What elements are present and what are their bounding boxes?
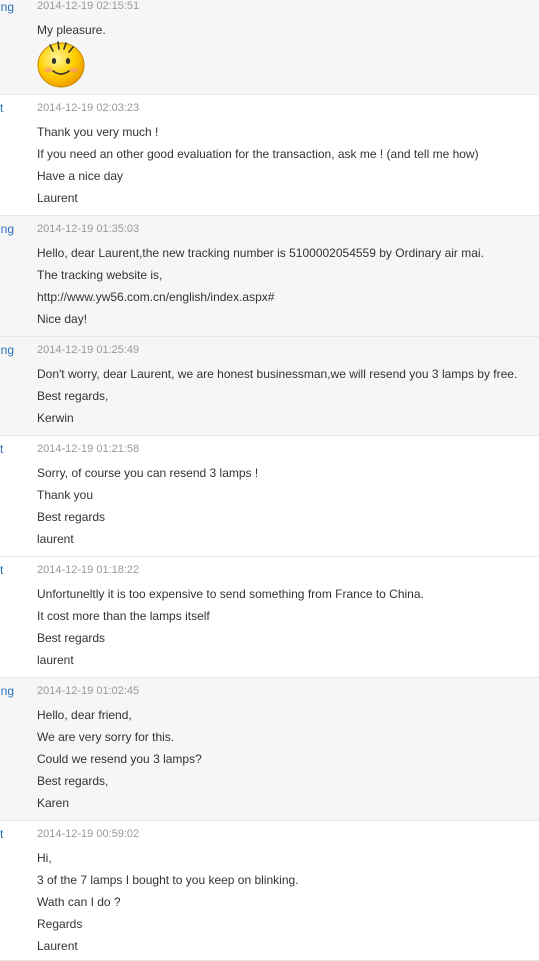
message-line: http://www.yw56.com.cn/english/index.asp… — [37, 290, 275, 304]
message-timestamp: 2014-12-19 01:35:03 — [37, 223, 140, 235]
message-line: Thank you very much ! — [37, 125, 159, 139]
message-row: king2014-12-19 02:15:51My pleasure. — [0, 0, 539, 95]
message-line: Hello, dear Laurent,the new tracking num… — [37, 246, 484, 260]
sender-name-link[interactable]: t — [0, 827, 3, 841]
message-row: t 2014-12-19 01:18:22 Unfortuneltly it is … — [0, 557, 539, 678]
message-line: Best regards — [37, 631, 106, 645]
message-body: Hello, dear friend, We are very sorry for… — [37, 708, 202, 818]
message-timestamp: 2014-12-19 02:15:51 — [37, 0, 140, 12]
message-line: laurent — [37, 653, 74, 667]
message-line: Hi, — [37, 851, 52, 865]
message-line: Hello, dear friend, — [37, 708, 132, 722]
message-line: Laurent — [37, 939, 78, 953]
message-row: t 2014-12-19 02:03:23 Thank you very much … — [0, 95, 539, 216]
sender-name-link[interactable]: king — [0, 343, 14, 357]
message-timestamp: 2014-12-19 01:21:58 — [37, 443, 140, 455]
sender-name-link[interactable]: t — [0, 101, 3, 115]
message-line: Best regards, — [37, 774, 109, 788]
message-timestamp: 2014-12-19 01:25:49 — [37, 344, 140, 356]
message-body: Sorry, of course you can resend 3 lamps … — [37, 466, 258, 554]
message-line: Don't worry, dear Laurent, we are honest… — [37, 367, 518, 381]
message-row: t 2014-12-19 01:21:58 Sorry, of course you… — [0, 436, 539, 557]
message-body: Hello, dear Laurent,the new tracking num… — [37, 246, 484, 334]
message-timestamp: 2014-12-19 01:18:22 — [37, 564, 140, 576]
message-line: Have a nice day — [37, 169, 124, 183]
message-line: It cost more than the lamps itself — [37, 609, 210, 623]
message-line: 3 of the 7 lamps I bought to you keep on… — [37, 873, 299, 887]
message-line: Kerwin — [37, 411, 74, 425]
message-timestamp: 2014-12-19 01:02:45 — [37, 685, 140, 697]
message-body: Thank you very much ! If you need an othe… — [37, 125, 479, 213]
sender-name-link[interactable]: king — [0, 222, 14, 236]
message-timestamp: 2014-12-19 00:59:02 — [37, 828, 140, 840]
message-line: Best regards, — [37, 389, 109, 403]
message-line: Could we resend you 3 lamps? — [37, 752, 202, 766]
message-line: We are very sorry for this. — [37, 730, 175, 744]
message-line: If you need an other good evaluation for… — [37, 147, 479, 161]
smiley-face-icon — [37, 41, 85, 88]
message-timestamp: 2014-12-19 02:03:23 — [37, 102, 140, 114]
message-body: Unfortuneltly it is too expensive to sen… — [37, 587, 424, 675]
message-line: Nice day! — [37, 312, 88, 326]
sender-name-link[interactable]: king — [0, 0, 14, 14]
message-line: Thank you — [37, 488, 94, 502]
message-line: Unfortuneltly it is too expensive to sen… — [37, 587, 424, 601]
message-row: king 2014-12-19 01:25:49 Don't worry, dear… — [0, 337, 539, 436]
sender-name-link[interactable]: king — [0, 684, 14, 698]
message-line: Laurent — [37, 191, 78, 205]
message-line: Karen — [37, 796, 70, 810]
message-row: t 2014-12-19 00:59:02 Hi, 3 of the 7 lamps … — [0, 821, 539, 961]
message-line: Wath can I do ? — [37, 895, 121, 909]
message-line: Best regards — [37, 510, 106, 524]
message-line: The tracking website is, — [37, 268, 163, 282]
message-row: king 2014-12-19 01:35:03 Hello, dear Laure… — [0, 216, 539, 337]
message-line: Regards — [37, 917, 83, 931]
message-line: Sorry, of course you can resend 3 lamps … — [37, 466, 259, 480]
sender-name-link[interactable]: t — [0, 442, 3, 456]
message-body: Don't worry, dear Laurent, we are honest… — [37, 367, 517, 433]
message-row: king 2014-12-19 01:02:45 Hello, dear frien… — [0, 678, 539, 821]
message-line: laurent — [37, 532, 74, 546]
message-body: Hi, 3 of the 7 lamps I bought to you keep… — [37, 851, 299, 961]
sender-name-link[interactable]: t — [0, 563, 3, 577]
